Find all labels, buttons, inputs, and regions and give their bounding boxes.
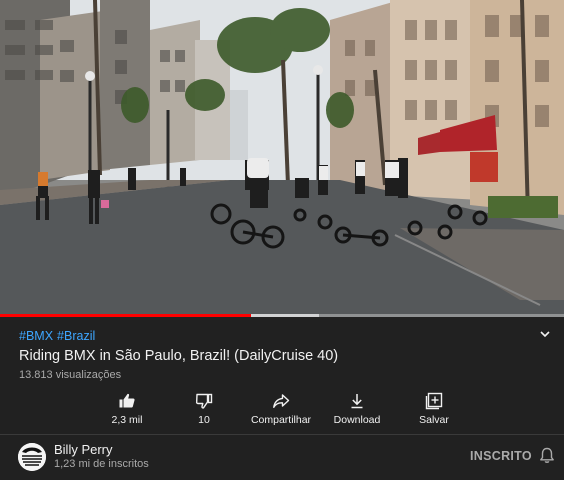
- subscriber-count: 1,23 mi de inscritos: [54, 458, 149, 470]
- view-count: 13.813 visualizações: [19, 369, 122, 381]
- channel-name[interactable]: Billy Perry: [54, 442, 113, 457]
- chevron-down-icon[interactable]: [538, 327, 552, 341]
- video-frame: [0, 0, 564, 317]
- save-label: Salvar: [419, 414, 449, 426]
- save-button[interactable]: Salvar: [399, 392, 469, 426]
- progress-bar[interactable]: [0, 314, 564, 317]
- dislike-button[interactable]: 10: [169, 392, 239, 426]
- hashtag-bmx[interactable]: #BMX: [19, 329, 53, 343]
- download-button[interactable]: Download: [322, 392, 392, 426]
- share-icon: [273, 394, 290, 408]
- add-to-playlist-icon: [425, 392, 443, 410]
- bell-icon[interactable]: [539, 447, 555, 464]
- download-icon: [351, 394, 363, 409]
- progress-buffered: [251, 314, 319, 317]
- thumbs-up-icon: [119, 393, 135, 408]
- share-button[interactable]: Compartilhar: [246, 392, 316, 426]
- channel-logo-icon: [18, 443, 46, 471]
- channel-row: Billy Perry 1,23 mi de inscritos INSCRIT…: [0, 435, 564, 480]
- dislike-count: 10: [198, 414, 210, 426]
- share-label: Compartilhar: [250, 414, 312, 426]
- like-count: 2,3 mil: [111, 414, 143, 426]
- like-button[interactable]: 2,3 mil: [92, 392, 162, 426]
- hashtag-brazil[interactable]: #Brazil: [57, 329, 95, 343]
- video-player[interactable]: [0, 0, 564, 317]
- thumbs-down-icon: [195, 393, 213, 409]
- video-title[interactable]: Riding BMX in São Paulo, Brazil! (DailyC…: [19, 348, 338, 364]
- subscribed-button[interactable]: INSCRITO: [470, 449, 532, 463]
- download-label: Download: [333, 414, 381, 426]
- action-bar: 2,3 mil 10 Compartilhar Download Salvar: [0, 392, 564, 432]
- channel-avatar[interactable]: [18, 443, 46, 471]
- hashtags: #BMX #Brazil: [19, 329, 99, 343]
- progress-played: [0, 314, 251, 317]
